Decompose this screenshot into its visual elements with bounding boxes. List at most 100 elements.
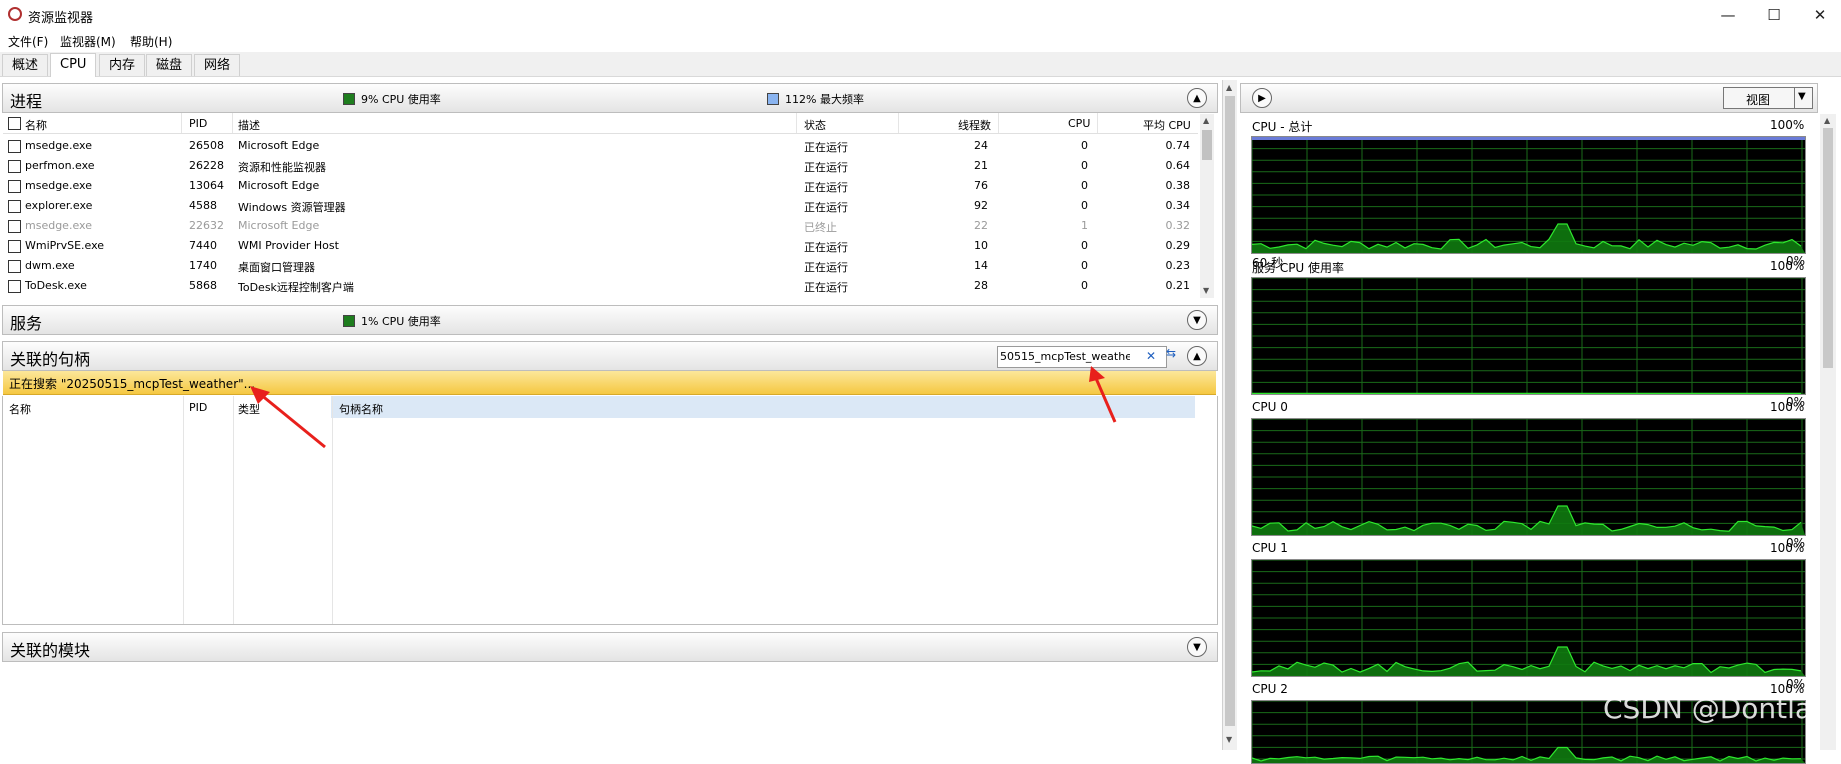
cell-pid: 4588 xyxy=(189,199,217,212)
scroll-up-icon[interactable]: ▲ xyxy=(1203,116,1209,125)
left-scroll-up-icon[interactable]: ▲ xyxy=(1226,83,1232,92)
cell-status: 正在运行 xyxy=(804,281,848,294)
row-checkbox[interactable] xyxy=(8,140,21,153)
row-checkbox[interactable] xyxy=(8,160,21,173)
cell-avg-cpu: 0.64 xyxy=(1165,159,1191,172)
row-checkbox[interactable] xyxy=(8,260,21,273)
processes-header[interactable]: 进程 9% CPU 使用率 112% 最大频率 ▲ xyxy=(2,83,1218,113)
menu-file[interactable]: 文件(F) xyxy=(8,33,48,50)
row-checkbox[interactable] xyxy=(8,240,21,253)
table-row[interactable]: ToDesk.exe 5868 ToDesk远程控制客户端 正在运行 28 0 0.21 xyxy=(3,276,1198,296)
select-all-checkbox[interactable] xyxy=(8,117,21,130)
tab-cpu[interactable]: CPU xyxy=(50,53,97,77)
scroll-down-icon[interactable]: ▼ xyxy=(1203,286,1209,295)
graphs-scroll-up-icon[interactable]: ▲ xyxy=(1824,116,1830,125)
left-panel-scrollbar[interactable]: ▲ ▼ xyxy=(1222,80,1237,750)
cell-threads: 76 xyxy=(974,179,988,192)
expand-graphs-icon[interactable]: ▶ xyxy=(1252,88,1272,108)
col-desc[interactable]: 描述 xyxy=(238,117,260,133)
minimize-button[interactable]: — xyxy=(1705,0,1751,30)
col-cpu[interactable]: CPU xyxy=(1068,117,1090,130)
handles-search-box: ✕ xyxy=(997,346,1167,368)
cell-cpu: 0 xyxy=(1081,199,1088,212)
cpu-graph xyxy=(1251,277,1806,395)
table-row[interactable]: msedge.exe 26508 Microsoft Edge 正在运行 24 0 0.74 xyxy=(3,136,1198,156)
maximize-button[interactable]: ☐ xyxy=(1751,0,1797,30)
cell-cpu: 0 xyxy=(1081,259,1088,272)
tab-disk[interactable]: 磁盘 xyxy=(146,54,193,76)
annotation-arrow-left-icon xyxy=(250,386,326,449)
cell-desc: WMI Provider Host xyxy=(238,239,339,252)
table-row[interactable]: perfmon.exe 26228 资源和性能监视器 正在运行 21 0 0.64 xyxy=(3,156,1198,176)
graphs-header: ▶ 视图 ▼ xyxy=(1240,83,1818,113)
modules-header[interactable]: 关联的模块 ▼ xyxy=(2,632,1218,662)
view-dropdown-arrow-icon: ▼ xyxy=(1798,91,1806,102)
handles-header[interactable]: 关联的句柄 ✕ ⇆ ▲ xyxy=(2,341,1218,371)
graph-title: 服务 CPU 使用率 xyxy=(1252,261,1345,275)
refresh-search-icon[interactable]: ⇆ xyxy=(1166,346,1182,366)
close-button[interactable]: ✕ xyxy=(1797,0,1841,30)
services-header[interactable]: 服务 1% CPU 使用率 ▼ xyxy=(2,305,1218,335)
table-row[interactable]: explorer.exe 4588 Windows 资源管理器 正在运行 92 0 0.34 xyxy=(3,196,1198,216)
cell-status: 正在运行 xyxy=(804,161,848,174)
graphs-scroll-thumb[interactable] xyxy=(1823,128,1833,368)
clear-search-icon[interactable]: ✕ xyxy=(1146,349,1156,363)
collapse-handles-icon[interactable]: ▲ xyxy=(1187,346,1207,366)
max-freq-text: 112% 最大频率 xyxy=(785,93,864,106)
table-row[interactable]: WmiPrvSE.exe 7440 WMI Provider Host 正在运行 10 0… xyxy=(3,236,1198,256)
cell-avg-cpu: 0.74 xyxy=(1165,139,1191,152)
collapse-processes-icon[interactable]: ▲ xyxy=(1187,88,1207,108)
cell-cpu: 1 xyxy=(1081,219,1088,232)
expand-services-icon[interactable]: ▼ xyxy=(1187,310,1207,330)
table-row[interactable]: msedge.exe 22632 Microsoft Edge 已终止 22 1 0.32 xyxy=(3,216,1198,236)
cell-avg-cpu: 0.23 xyxy=(1165,259,1191,272)
cell-name: msedge.exe xyxy=(25,179,92,192)
app-icon xyxy=(8,7,22,21)
row-checkbox[interactable] xyxy=(8,220,21,233)
col-pid[interactable]: PID xyxy=(189,117,207,130)
cpu-graph xyxy=(1251,418,1806,536)
view-dropdown[interactable]: 视图 ▼ xyxy=(1723,87,1813,109)
menu-help[interactable]: 帮助(H) xyxy=(130,33,172,50)
row-checkbox[interactable] xyxy=(8,180,21,193)
left-scroll-thumb[interactable] xyxy=(1225,96,1235,726)
graphs-scrollbar[interactable]: ▲ xyxy=(1820,114,1836,750)
tab-network[interactable]: 网络 xyxy=(194,54,241,76)
cell-avg-cpu: 0.32 xyxy=(1165,219,1191,232)
menu-monitor[interactable]: 监视器(M) xyxy=(60,33,116,50)
row-checkbox[interactable] xyxy=(8,200,21,213)
tab-overview[interactable]: 概述 xyxy=(2,54,49,76)
cpu-graph xyxy=(1251,559,1806,677)
cell-status: 正在运行 xyxy=(804,141,848,154)
cell-name: perfmon.exe xyxy=(25,159,95,172)
cell-desc: 桌面窗口管理器 xyxy=(238,261,315,274)
table-row[interactable]: dwm.exe 1740 桌面窗口管理器 正在运行 14 0 0.23 xyxy=(3,256,1198,276)
col-threads[interactable]: 线程数 xyxy=(958,117,991,133)
row-checkbox[interactable] xyxy=(8,280,21,293)
scroll-thumb[interactable] xyxy=(1202,130,1212,160)
cpu-usage-text: 9% CPU 使用率 xyxy=(361,93,441,106)
tab-memory[interactable]: 内存 xyxy=(99,54,146,76)
expand-modules-icon[interactable]: ▼ xyxy=(1187,637,1207,657)
cell-status: 正在运行 xyxy=(804,181,848,194)
cell-threads: 92 xyxy=(974,199,988,212)
max-freq-swatch xyxy=(767,93,779,105)
cell-threads: 22 xyxy=(974,219,988,232)
cell-desc: Windows 资源管理器 xyxy=(238,201,346,214)
cell-avg-cpu: 0.21 xyxy=(1165,279,1191,292)
view-label: 视图 xyxy=(1746,93,1771,107)
graph-max-label: 100% xyxy=(1770,118,1805,132)
cell-cpu: 0 xyxy=(1081,139,1088,152)
table-row[interactable]: msedge.exe 13064 Microsoft Edge 正在运行 76 0 0.38 xyxy=(3,176,1198,196)
col-status[interactable]: 状态 xyxy=(804,117,826,133)
services-cpu-text: 1% CPU 使用率 xyxy=(361,315,441,328)
graph-max-label: 100% xyxy=(1770,259,1805,273)
cell-threads: 10 xyxy=(974,239,988,252)
col-avg-cpu[interactable]: 平均 CPU xyxy=(1143,117,1191,133)
col-name[interactable]: 名称 xyxy=(25,117,47,133)
handles-list xyxy=(2,396,1218,625)
left-scroll-down-icon[interactable]: ▼ xyxy=(1226,735,1232,744)
search-progress-bar: 正在搜索 "20250515_mcpTest_weather"... xyxy=(3,371,1216,395)
cell-pid: 1740 xyxy=(189,259,217,272)
processes-scrollbar[interactable]: ▲ ▼ xyxy=(1200,114,1214,298)
